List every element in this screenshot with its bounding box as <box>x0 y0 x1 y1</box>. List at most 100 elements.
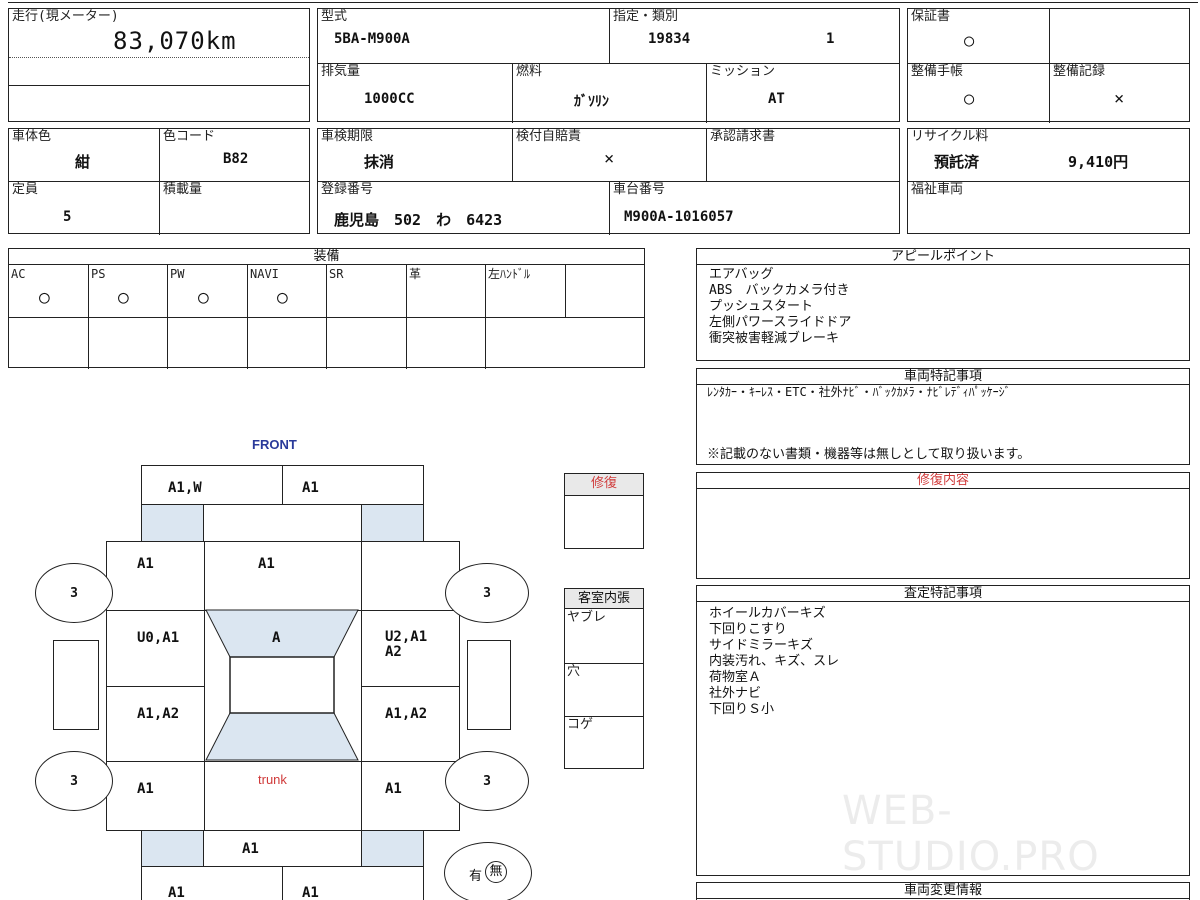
body-color-value: 紺 <box>75 153 91 171</box>
fuel-label: 燃料 <box>516 64 543 79</box>
equip-pw-label: PW <box>170 267 185 281</box>
side-sill-right <box>467 640 511 730</box>
maintenance-book-value: ○ <box>964 89 975 109</box>
interior-title: 客室内張 <box>565 589 643 609</box>
designation-value: 19834 <box>648 31 691 47</box>
maintenance-book-label: 整備手帳 <box>911 64 964 79</box>
rear-glass <box>205 712 359 761</box>
maintenance-record-label: 整備記録 <box>1053 64 1106 79</box>
grade-back: A1 <box>242 841 259 857</box>
registration-value: 鹿児島 502 わ 6423 <box>334 211 503 229</box>
warranty-label: 保証書 <box>911 9 951 24</box>
mileage-label: 走行(現メーター) <box>12 9 119 24</box>
vehicle-notes-title: 車両特記事項 <box>697 369 1189 385</box>
equip-ac-label: AC <box>11 267 26 281</box>
equip-navi-label: NAVI <box>250 267 279 281</box>
tire-rear-left: 3 <box>35 751 113 811</box>
equip-ps-value: ○ <box>118 287 129 308</box>
spare-tire-indicator: 有 無 <box>444 842 532 900</box>
rear-pillar-right <box>361 830 424 867</box>
inspection-value: 抹消 <box>364 153 395 171</box>
tire-front-right: 3 <box>445 563 529 623</box>
maintenance-record-value: × <box>1114 89 1125 109</box>
chassis-label: 車台番号 <box>613 182 666 197</box>
appeal-line: エアバッグ <box>709 267 774 282</box>
repair-contents-box: 修復内容 <box>696 472 1190 579</box>
inspection-label: 車検期限 <box>321 129 374 144</box>
liability-value: × <box>604 149 615 169</box>
interior-row-label: 穴 <box>567 664 581 679</box>
assessment-line: サイドミラーキズ <box>709 638 814 653</box>
grade-door-rear-left: A1,A2 <box>137 706 180 722</box>
assessment-line: ホイールカバーキズ <box>709 606 826 621</box>
vehicle-notes-footer: ※記載のない書類・機器等は無しとして取り扱います。 <box>707 447 1031 462</box>
rear-pillar-left <box>141 830 204 867</box>
capacity-label: 定員 <box>12 182 39 197</box>
grade-front-bumper-left: A1,W <box>168 480 202 496</box>
rear-bumper-panel: A1 A1 <box>141 866 424 900</box>
spare-yes-label: 有 <box>469 869 483 884</box>
assessment-line: 下回りこすり <box>709 622 787 637</box>
appeal-title: アピールポイント <box>697 249 1189 265</box>
assessment-line: 内装汚れ、キズ、スレ <box>709 654 840 669</box>
repair-small-title: 修復 <box>565 474 643 496</box>
grade-front-bumper-right: A1 <box>302 480 319 496</box>
grade-roof: A <box>272 630 281 646</box>
model-label: 型式 <box>321 9 348 24</box>
load-capacity-label: 積載量 <box>163 182 203 197</box>
grade-quarter-right: A1 <box>385 781 402 797</box>
grade-door-front-left: U0,A1 <box>137 630 180 646</box>
vehicle-notes-box: 車両特記事項 ﾚﾝﾀｶｰ・ｷｰﾚｽ・ETC・社外ﾅﾋﾞ・ﾊﾞｯｸｶﾒﾗ・ﾅﾋﾞﾚ… <box>696 368 1190 465</box>
appeal-box: アピールポイント エアバッグ ABS バックカメラ付き プッシュスタート 左側パ… <box>696 248 1190 361</box>
vehicle-change-box: 車両変更情報 <box>696 882 1190 900</box>
interior-box: 客室内張 ヤブレ 穴 コゲ <box>564 588 644 769</box>
vehicle-change-title: 車両変更情報 <box>697 883 1189 899</box>
registration-label: 登録番号 <box>321 182 374 197</box>
grade-hood: A1 <box>258 556 275 572</box>
interior-row-label: コゲ <box>567 717 594 732</box>
front-panel-gap <box>203 504 362 542</box>
inspection-box: 車検期限 抹消 検付自賠責 × 承認請求書 登録番号 鹿児島 502 わ 642… <box>317 128 900 235</box>
watermark: WEB-STUDIO.PRO <box>842 788 1100 880</box>
appeal-line: 左側パワースライドドア <box>709 315 852 330</box>
recycle-status: 預託済 <box>934 153 980 171</box>
recycle-box: リサイクル料 預託済 9,410円 福祉車両 <box>907 128 1190 234</box>
assessment-line: 荷物室Ａ <box>709 670 762 685</box>
designation-label: 指定・類別 <box>613 9 679 24</box>
top-edge-line <box>8 2 1198 3</box>
capacity-value: 5 <box>63 209 72 225</box>
equip-ac-value: ○ <box>39 287 50 308</box>
color-code-label: 色コード <box>163 129 216 144</box>
equipment-box: 装備 AC ○ PS ○ PW ○ NAVI ○ SR 革 左ﾊﾝﾄﾞﾙ <box>8 248 645 369</box>
grade-rear-bumper-right: A1 <box>302 885 319 900</box>
liability-label: 検付自賠責 <box>516 129 582 144</box>
appeal-line: 衝突被害軽減ブレーキ <box>709 331 840 346</box>
warranty-value: ○ <box>964 31 975 51</box>
mileage-dotted-line <box>9 57 309 58</box>
equip-sr-label: SR <box>329 267 344 281</box>
spec-box: 型式 5BA-M900A 指定・類別 19834 1 排気量 1000CC 燃料… <box>317 8 900 123</box>
grade-rear-bumper-left: A1 <box>168 885 185 900</box>
repair-contents-title: 修復内容 <box>697 473 1189 489</box>
mileage-box: 走行(現メーター) 83,070km <box>8 8 310 122</box>
grade-quarter-left: A1 <box>137 781 154 797</box>
transmission-value: AT <box>768 91 785 107</box>
equip-pw-value: ○ <box>198 287 209 308</box>
approval-label: 承認請求書 <box>710 129 776 144</box>
roof-panel <box>229 656 335 714</box>
chassis-value: M900A-1016057 <box>624 209 734 225</box>
recycle-amount: 9,410円 <box>1068 153 1129 171</box>
interior-row-label: ヤブレ <box>567 610 607 625</box>
welfare-label: 福祉車両 <box>911 182 964 197</box>
vehicle-notes-line: ﾚﾝﾀｶｰ・ｷｰﾚｽ・ETC・社外ﾅﾋﾞ・ﾊﾞｯｸｶﾒﾗ・ﾅﾋﾞﾚﾃﾞｨﾊﾟｯｹ… <box>707 385 1011 399</box>
mileage-value: 83,070km <box>113 27 237 55</box>
appeal-line: ABS バックカメラ付き <box>709 283 850 298</box>
grade-door-front-right: U2,A1 <box>385 629 428 645</box>
recycle-label: リサイクル料 <box>911 129 989 144</box>
tire-rear-right: 3 <box>445 751 529 811</box>
windshield-glass <box>205 609 359 658</box>
color-code-value: B82 <box>223 151 249 167</box>
grade-fender-left: A1 <box>137 556 154 572</box>
appeal-line: プッシュスタート <box>709 299 814 314</box>
tire-front-left: 3 <box>35 563 113 623</box>
